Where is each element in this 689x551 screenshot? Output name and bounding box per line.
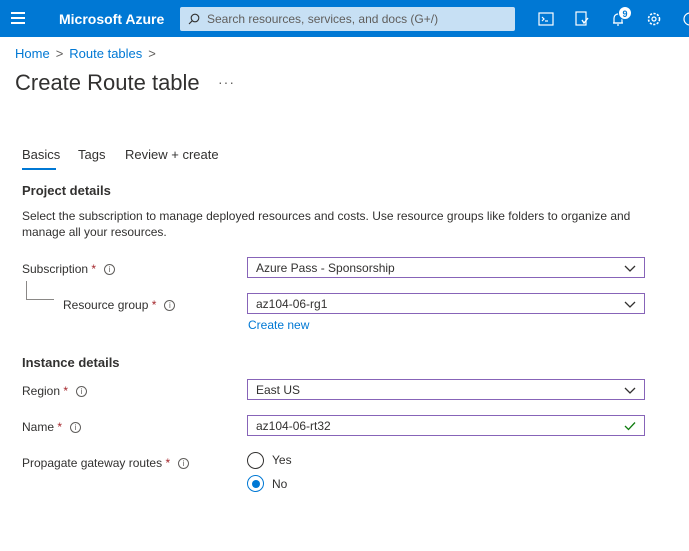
active-tab-indicator <box>22 168 56 170</box>
project-details-description: Select the subscription to manage deploy… <box>22 209 631 239</box>
radio-yes[interactable] <box>247 452 264 469</box>
name-value: az104-06-rt32 <box>256 419 331 433</box>
chevron-down-icon <box>624 301 636 308</box>
search-placeholder: Search resources, services, and docs (G+… <box>207 12 439 26</box>
info-icon[interactable]: i <box>164 300 176 312</box>
name-input[interactable]: az104-06-rt32 <box>247 415 645 436</box>
info-icon[interactable]: i <box>104 264 116 276</box>
breadcrumb-separator: > <box>55 46 64 61</box>
tree-connector <box>26 281 27 299</box>
resource-group-label: Resource group * i <box>63 298 176 312</box>
help-icon[interactable] <box>679 8 689 30</box>
chevron-down-icon <box>624 387 636 394</box>
checkmark-icon <box>624 422 636 431</box>
info-icon[interactable]: i <box>76 386 88 398</box>
create-new-link[interactable]: Create new <box>248 318 309 332</box>
breadcrumb-route-tables[interactable]: Route tables <box>69 46 142 61</box>
search-input[interactable]: Search resources, services, and docs (G+… <box>180 7 515 31</box>
breadcrumb: Home > Route tables > <box>15 46 162 61</box>
region-label: Region * i <box>22 384 88 398</box>
menu-icon[interactable] <box>11 12 25 24</box>
notifications-badge: 9 <box>618 6 632 20</box>
chevron-down-icon <box>624 265 636 272</box>
resource-group-value: az104-06-rg1 <box>256 297 328 311</box>
radio-no[interactable] <box>247 475 264 492</box>
propagate-gateway-routes-label: Propagate gateway routes * i <box>22 456 190 470</box>
info-icon[interactable]: i <box>70 422 82 434</box>
subscription-dropdown[interactable]: Azure Pass - Sponsorship <box>247 257 645 278</box>
cloud-shell-icon[interactable] <box>535 8 557 30</box>
subscription-value: Azure Pass - Sponsorship <box>256 261 395 275</box>
directory-filter-icon[interactable] <box>571 8 593 30</box>
top-bar: Microsoft Azure Search resources, servic… <box>0 0 689 37</box>
tab-basics[interactable]: Basics <box>22 147 60 162</box>
page-title: Create Route table <box>15 70 200 95</box>
breadcrumb-home[interactable]: Home <box>15 46 50 61</box>
instance-details-heading: Instance details <box>22 355 120 370</box>
subscription-label: Subscription * i <box>22 262 116 276</box>
radio-no-label[interactable]: No <box>272 477 287 491</box>
settings-icon[interactable] <box>643 8 665 30</box>
search-icon <box>188 13 200 25</box>
breadcrumb-separator: > <box>148 46 156 61</box>
brand-title[interactable]: Microsoft Azure <box>59 11 164 27</box>
tree-connector <box>26 299 54 300</box>
tab-tags[interactable]: Tags <box>78 147 105 162</box>
info-icon[interactable]: i <box>178 458 190 470</box>
name-label: Name * i <box>22 420 82 434</box>
radio-yes-label[interactable]: Yes <box>272 453 292 467</box>
more-options-button[interactable]: ··· <box>218 74 235 90</box>
region-value: East US <box>256 383 301 397</box>
tab-review-create[interactable]: Review + create <box>125 147 219 162</box>
project-details-heading: Project details <box>22 183 111 198</box>
region-dropdown[interactable]: East US <box>247 379 645 400</box>
resource-group-dropdown[interactable]: az104-06-rg1 <box>247 293 645 314</box>
